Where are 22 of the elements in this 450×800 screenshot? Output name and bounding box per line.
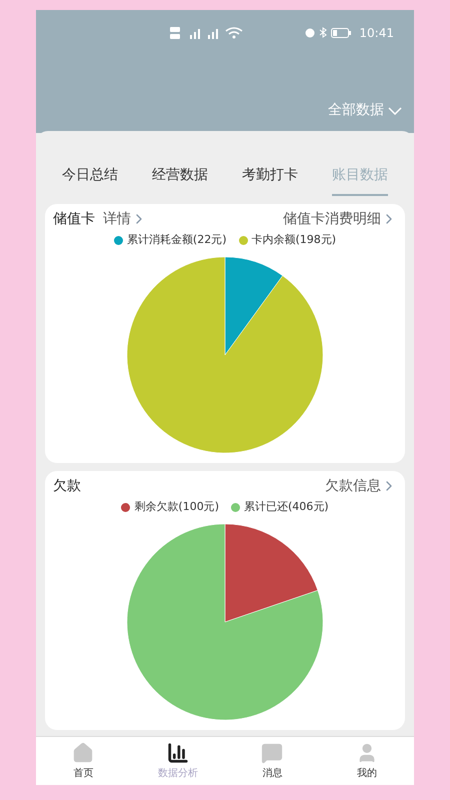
details-link[interactable]: 欠款信息 [325, 476, 397, 497]
tab[interactable]: 考勤打卡 [242, 165, 298, 196]
legend-label: 剩余欠款(100元) [134, 499, 219, 516]
home-icon [72, 742, 94, 764]
tab[interactable]: 今日总结 [62, 165, 118, 196]
card-title: 欠款 [53, 476, 81, 496]
details-link[interactable]: 详情 [103, 208, 147, 230]
nav-tab[interactable]: 消息 [237, 742, 308, 780]
message-icon [261, 742, 284, 764]
legend-label: 卡内余额(198元) [252, 232, 336, 248]
details-link[interactable]: 储值卡消费明细 [283, 208, 397, 230]
bluetooth-icon [319, 27, 328, 38]
bar-chart-icon [166, 742, 189, 764]
legend-label: 累计消耗金额(22元) [126, 232, 226, 248]
tab[interactable]: 经营数据 [152, 165, 208, 196]
battery-icon [331, 28, 352, 38]
legend-label: 累计已还(406元) [244, 499, 329, 516]
status-time: 10:41 [359, 24, 394, 42]
chevron-down-icon [388, 106, 402, 114]
nav-tab[interactable]: 我的 [332, 742, 402, 780]
nav-tab[interactable]: 首页 [48, 742, 118, 780]
card-title: 储值卡 [53, 210, 95, 229]
